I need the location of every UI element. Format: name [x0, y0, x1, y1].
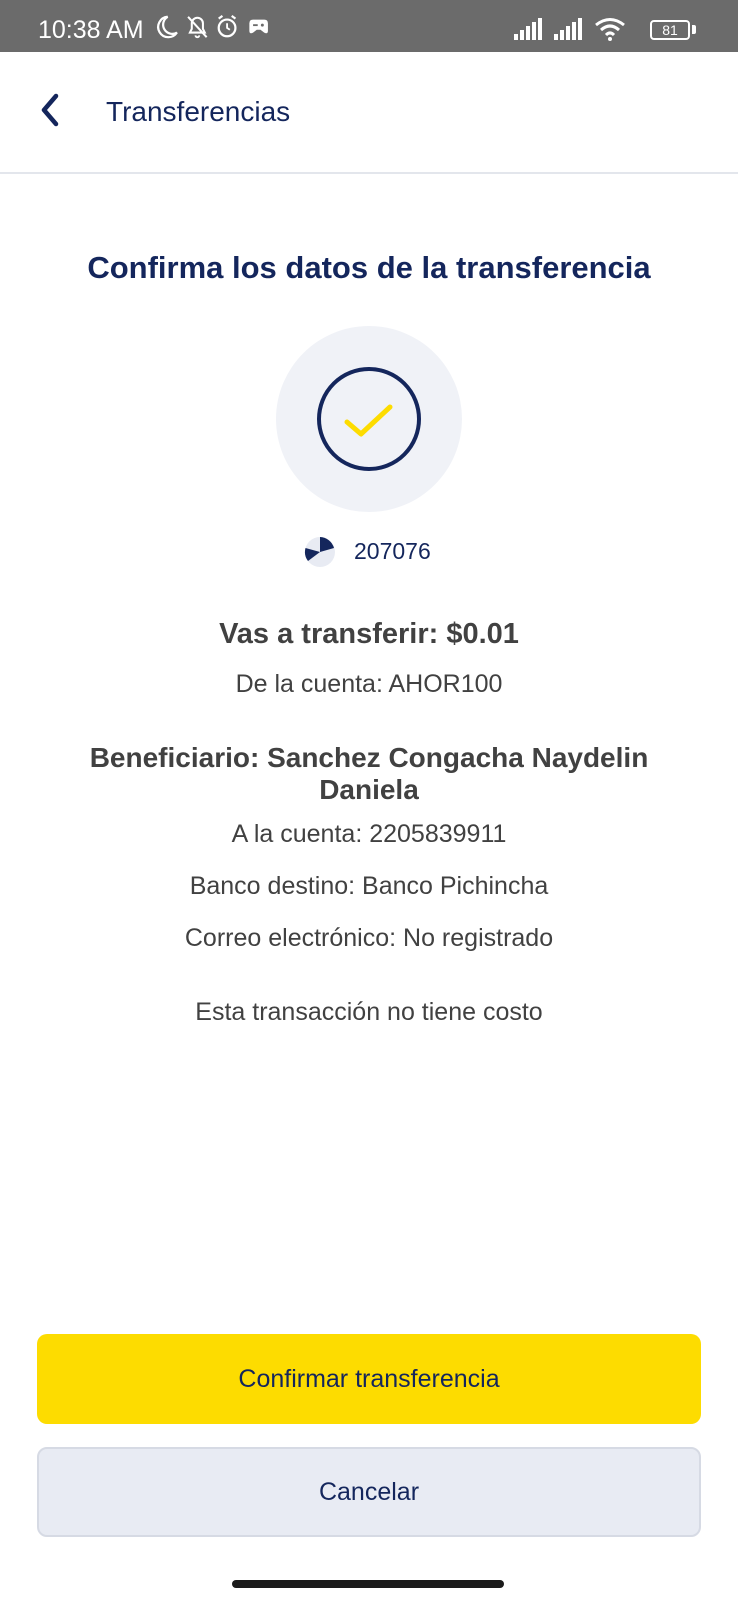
app-bar: Transferencias: [0, 52, 738, 174]
alarm-icon: [217, 14, 237, 38]
checkmark-icon: [317, 367, 421, 471]
game-controller-icon: [249, 19, 268, 34]
transfer-amount: Vas a transferir: $0.01: [219, 618, 519, 650]
destination-bank: Banco destino: Banco Pichincha: [189, 872, 549, 900]
timer-row: 207076: [0, 536, 738, 567]
status-icons-right: [514, 18, 625, 41]
status-time: 10:38 AM: [38, 16, 144, 44]
signal-icon: [514, 18, 542, 40]
battery-nub: [692, 25, 696, 34]
source-account: De la cuenta: AHOR100: [235, 670, 503, 698]
verification-code: 207076: [354, 538, 431, 564]
status-bar: 10:38 AM 81: [0, 0, 738, 52]
home-indicator[interactable]: [232, 1580, 504, 1588]
battery-icon: 81: [650, 20, 690, 40]
chevron-left-icon[interactable]: [30, 88, 74, 132]
signal-icon: [554, 18, 582, 40]
cancel-button[interactable]: Cancelar: [37, 1447, 701, 1537]
page-title: Transferencias: [106, 96, 291, 127]
moon-icon: [157, 15, 178, 39]
beneficiary-name: Beneficiario: Sanchez Congacha Naydelin …: [89, 742, 649, 805]
status-icons-left: [157, 14, 268, 39]
pie-timer-icon: [304, 537, 335, 567]
transaction-cost-note: Esta transacción no tiene costo: [195, 998, 543, 1026]
destination-account: A la cuenta: 2205839911: [231, 820, 507, 848]
bell-off-icon: [187, 16, 208, 39]
confirm-transfer-button[interactable]: Confirmar transferencia: [37, 1334, 701, 1424]
wifi-icon: [595, 18, 625, 41]
beneficiary-email: Correo electrónico: No registrado: [184, 924, 554, 952]
battery-level: 81: [662, 22, 678, 38]
confirm-heading: Confirma los datos de la transferencia: [87, 250, 651, 285]
